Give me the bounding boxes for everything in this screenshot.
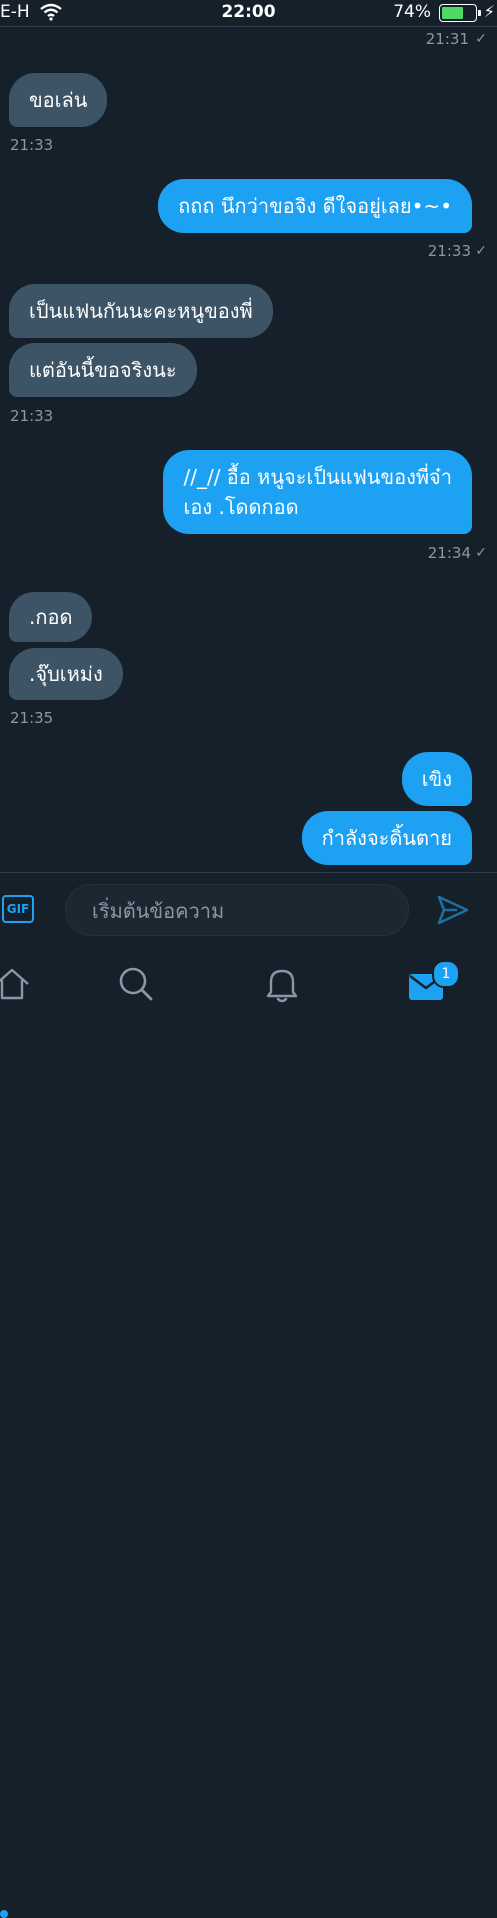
message-timestamp: 21:34 [427,544,471,562]
charging-icon: ⚡ [483,2,495,21]
message-timestamp: 21:33 [10,407,54,425]
outgoing-message[interactable]: //_// อื้อ หนูจะเป็นแฟนของพี่จ๋า เอง .โด… [163,450,472,534]
status-bar: E-H 22:00 74% ⚡ [0,0,497,26]
gif-button[interactable]: GIF [2,895,34,923]
incoming-message[interactable]: แต่อันนี้ขอจริงนะ [9,343,197,397]
outgoing-message[interactable]: ถถถ นึกว่าขอจิง ดีใจอยู่เลย•~• [158,179,472,233]
message-input-container[interactable] [65,884,409,937]
message-timestamp: 21:33 [427,242,471,260]
message-input[interactable] [90,885,394,937]
search-icon[interactable] [116,964,156,1004]
battery-cap [478,10,481,16]
sent-check-icon: ✓ [475,243,487,259]
sent-check-icon: ✓ [475,545,487,561]
message-line: //_// อื้อ หนูจะเป็นแฟนของพี่จ๋า [183,465,452,489]
notification-dot [0,1910,8,1918]
message-timestamp: 21:31 [425,30,469,48]
incoming-message[interactable]: .กอด [9,592,93,642]
battery-percent: 74% [393,2,431,22]
send-icon[interactable] [436,894,470,926]
message-timestamp: 21:33 [10,136,54,154]
unread-badge: 1 [432,960,460,988]
divider [0,26,497,27]
incoming-message[interactable]: .จุ๊บเหม่ง [9,648,123,700]
incoming-message[interactable]: ขอเล่น [9,73,108,127]
outgoing-message[interactable]: เขิง [401,752,472,806]
outgoing-message[interactable]: กำลังจะดิ้นตาย [301,811,472,865]
message-timestamp: 21:35 [10,709,54,727]
incoming-message[interactable]: เป็นแฟนกันนะคะหนูของพี่ [9,284,273,338]
battery-icon [439,4,481,22]
tab-bar [0,948,497,1918]
home-icon[interactable] [0,964,32,1004]
battery-fill [442,7,463,19]
message-line: เอง .โดดกอด [183,495,299,519]
sent-check-icon: ✓ [475,31,487,47]
bell-icon[interactable] [262,964,302,1004]
